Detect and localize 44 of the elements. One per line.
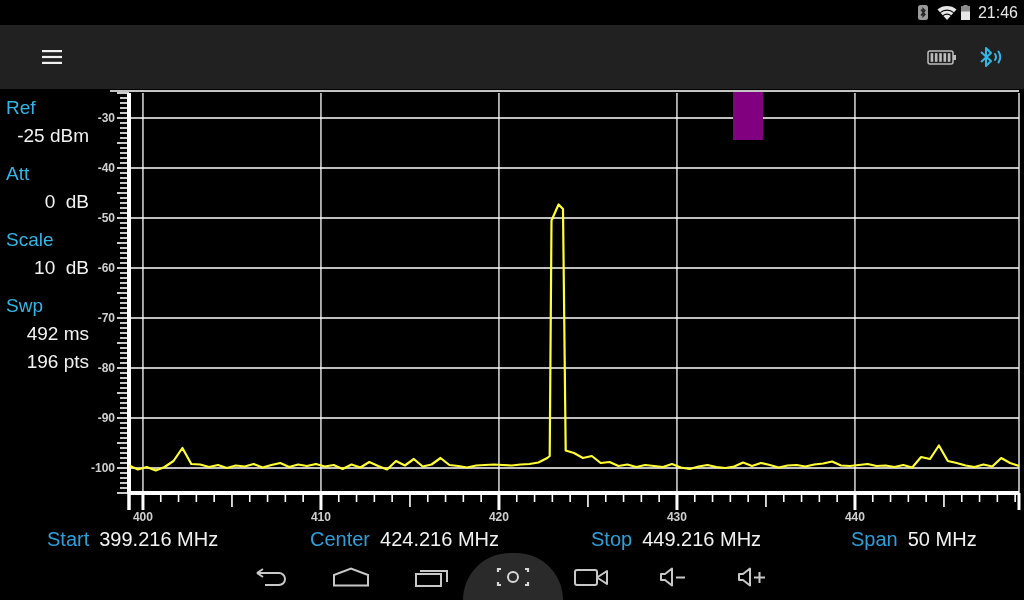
video-camera-icon[interactable] [574,566,608,587]
battery-icon [927,49,957,65]
axis-tick-label: 410 [310,510,331,524]
axis-tick-label: 400 [132,510,153,524]
parameter-label: Scale [6,228,54,252]
wifi-icon [936,5,957,20]
bluetooth-icon [917,5,928,20]
parameter-value: 10 dB [34,256,89,280]
axis-tick-label: 420 [488,510,509,524]
marker-block [733,92,763,140]
parameter-value: 0 dB [44,190,89,214]
parameter-value: 196 pts [26,350,89,374]
bluetooth-icon[interactable] [979,46,1003,68]
frequency-label: Stop [591,527,633,551]
screenshot-icon [496,566,530,587]
battery-icon [960,5,970,20]
home-icon[interactable] [332,566,370,587]
parameter-value: -25 dBm [17,124,89,148]
volume-up-icon[interactable] [738,566,766,587]
axis-tick-label: -80 [97,361,115,375]
axis-tick-label: -50 [97,211,115,225]
parameter-value: 492 ms [26,322,89,346]
frequency-value: 449.216 MHz [642,527,762,551]
axis-tick-label: -90 [97,411,115,425]
axis-tick-label: 430 [666,510,687,524]
axis-tick-label: -60 [97,261,115,275]
axis-tick-label: -30 [97,111,115,125]
volume-down-icon[interactable] [660,566,686,587]
axis-tick-label: 440 [844,510,865,524]
frequency-label: Center [310,527,371,551]
menu-icon[interactable] [42,50,62,64]
frequency-value: 424.216 MHz [380,527,499,551]
back-icon[interactable] [254,566,288,587]
axis-tick-label: -100 [90,461,115,475]
parameter-label: Att [6,162,30,186]
axis-tick-label: -40 [97,161,115,175]
status-time: 21:46 [977,2,1018,23]
parameter-label: Ref [6,96,36,120]
parameter-label: Swp [6,294,43,318]
axis-tick-label: -70 [97,311,115,325]
frequency-value: 399.216 MHz [99,527,219,551]
frequency-value: 50 MHz [907,527,977,551]
frequency-label: Start [47,527,90,551]
frequency-label: Span [851,527,898,551]
